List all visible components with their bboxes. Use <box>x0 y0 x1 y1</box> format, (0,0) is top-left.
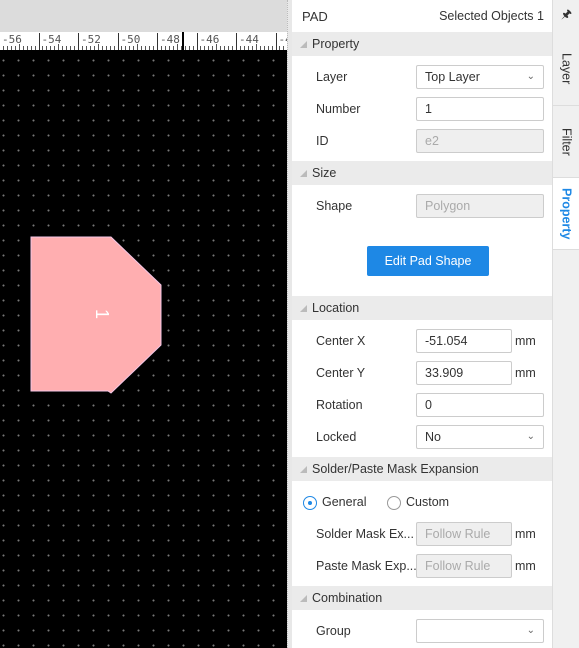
horizontal-ruler: -56-54-52-50-48-46-44-4 <box>0 32 287 50</box>
center-y-input[interactable]: 33.909 <box>416 361 512 385</box>
locked-select[interactable]: No ⌄ <box>416 425 544 449</box>
ruler-label: -4 <box>275 33 287 50</box>
radio-custom-label[interactable]: Custom <box>406 495 449 509</box>
chevron-down-icon: ⌄ <box>526 71 535 82</box>
ruler-cursor-marker <box>182 32 184 50</box>
selected-objects: Selected Objects 1 <box>439 9 544 23</box>
locked-label: Locked <box>316 430 357 444</box>
locked-value: No <box>425 430 441 444</box>
radio-general-label[interactable]: General <box>322 495 366 509</box>
side-tabs: 🖈 Layer Filter Property <box>552 0 579 648</box>
chevron-down-icon: ⌄ <box>526 431 535 442</box>
panel-title: PAD <box>302 9 328 24</box>
layer-select[interactable]: Top Layer ⌄ <box>416 65 544 89</box>
id-label: ID <box>316 134 329 148</box>
properties-panel: PAD Selected Objects 1 Property Layer To… <box>292 0 552 648</box>
layer-value: Top Layer <box>425 70 480 84</box>
solder-mask-unit: mm <box>515 527 536 541</box>
center-y-unit: mm <box>515 366 536 380</box>
group-select[interactable]: ⌄ <box>416 619 544 643</box>
paste-mask-input: Follow Rule <box>416 554 512 578</box>
section-mask-expansion[interactable]: Solder/Paste Mask Expansion <box>292 457 552 481</box>
chevron-down-icon: ⌄ <box>526 625 535 636</box>
tab-filter[interactable]: Filter <box>553 106 579 178</box>
center-x-unit: mm <box>515 334 536 348</box>
pad-layer: 1 <box>30 236 162 394</box>
radio-general[interactable] <box>303 496 317 510</box>
center-x-label: Center X <box>316 334 366 348</box>
pin-icon[interactable]: 🖈 <box>553 0 579 32</box>
section-location[interactable]: Location <box>292 296 552 320</box>
selected-label: Selected Objects <box>439 9 534 23</box>
number-label: Number <box>316 102 361 116</box>
group-label: Group <box>316 624 351 638</box>
section-size[interactable]: Size <box>292 161 552 185</box>
center-y-label: Center Y <box>316 366 366 380</box>
pcb-canvas[interactable]: 1 <box>0 50 287 648</box>
section-combination[interactable]: Combination <box>292 586 552 610</box>
layer-label: Layer <box>316 70 348 84</box>
edit-pad-shape-button[interactable]: Edit Pad Shape <box>367 246 489 276</box>
paste-mask-label: Paste Mask Exp... <box>316 559 417 573</box>
rotation-label: Rotation <box>316 398 363 412</box>
center-x-input[interactable]: -51.054 <box>416 329 512 353</box>
radio-custom[interactable] <box>387 496 401 510</box>
section-property[interactable]: Property <box>292 32 552 56</box>
number-input[interactable]: 1 <box>416 97 544 121</box>
solder-mask-input: Follow Rule <box>416 522 512 546</box>
tab-property[interactable]: Property <box>553 178 579 250</box>
shape-input: Polygon <box>416 194 544 218</box>
id-input: e2 <box>416 129 544 153</box>
shape-label: Shape <box>316 199 353 213</box>
tab-layer[interactable]: Layer <box>553 32 579 106</box>
paste-mask-unit: mm <box>515 559 536 573</box>
selected-count: 1 <box>537 9 544 23</box>
rotation-input[interactable]: 0 <box>416 393 544 417</box>
canvas-toolbar-area <box>0 0 287 32</box>
solder-mask-label: Solder Mask Ex... <box>316 527 414 541</box>
pad-number-label: 1 <box>92 309 112 319</box>
